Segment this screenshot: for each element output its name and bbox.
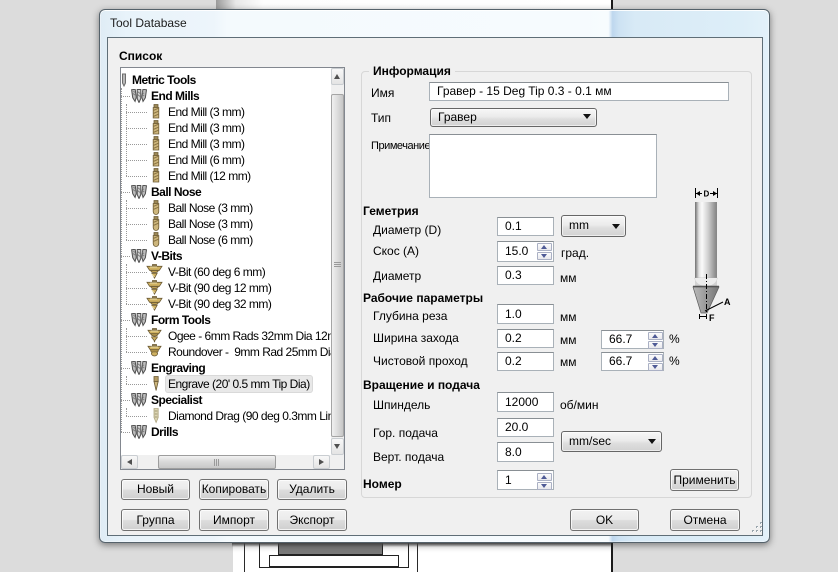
svg-text:F: F <box>709 313 715 323</box>
svg-text:D: D <box>704 190 710 199</box>
svg-text:A: A <box>724 297 731 307</box>
